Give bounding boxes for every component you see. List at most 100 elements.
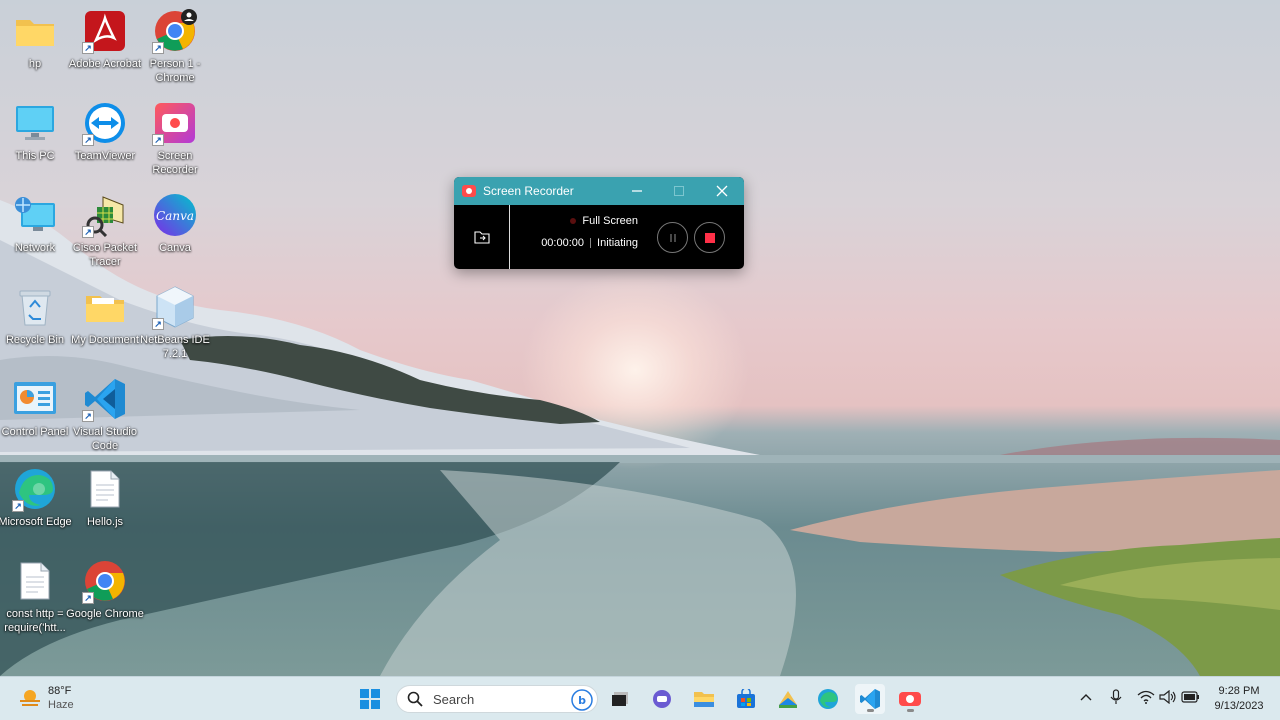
desktop-wallpaper: hp This PC Network Recycle Bin Control P… [0,0,1280,676]
taskbar-store[interactable] [731,684,761,714]
desktop-icon-edge[interactable]: ↗ Microsoft Edge [0,466,72,529]
svg-text:b: b [578,694,586,707]
desktop-icon-this-pc[interactable]: This PC [0,100,70,163]
file-explorer-icon [612,692,628,706]
active-indicator [867,709,874,712]
desktop-icon-label: Network [14,242,56,254]
svg-text:Canva: Canva [156,209,194,223]
screen-recorder-icon: ↗ [152,100,198,146]
close-icon [716,185,728,197]
maximize-icon [674,186,684,196]
shortcut-arrow-icon: ↗ [152,318,164,330]
microphone-button[interactable] [1105,685,1127,709]
desktop-icon-label: Hello.js [86,516,124,528]
shortcut-arrow-icon: ↗ [82,226,94,238]
taskbar-file-explorer[interactable] [689,684,719,714]
capture-mode: Full Screen [524,215,638,227]
folder-icon [82,284,128,330]
desktop-icon-adobe-acrobat[interactable]: ↗ Adobe Acrobat [69,8,141,71]
capture-mode-label: Full Screen [582,215,638,227]
desktop-icon-packet-tracer[interactable]: ↗ Cisco Packet Tracer [70,192,140,269]
battery-icon [1181,691,1199,703]
taskbar-chat[interactable] [647,684,677,714]
teams-chat-icon [653,690,671,708]
taskbar-vscode[interactable] [855,684,885,714]
weather-widget[interactable]: 88°F Haze [18,684,74,712]
start-button[interactable] [355,684,385,714]
edge-icon [818,689,838,709]
netbeans-icon: ↗ [152,284,198,330]
desktop-icon-const-http[interactable]: const http = require('htt... [0,558,70,635]
screen-recorder-window: Screen Recorder Full Screen 00:00:00 Init… [454,177,744,269]
search-placeholder: Search [433,691,475,707]
show-hidden-icons-button[interactable] [1075,685,1097,709]
taskbar-app[interactable] [773,684,803,714]
desktop-icon-label: Visual Studio Code [72,426,137,452]
desktop-icon-label: TeamViewer [74,150,136,162]
file-icon [82,466,128,512]
shortcut-arrow-icon: ↗ [82,42,94,54]
canva-icon: Canva [152,192,198,238]
battery-button[interactable] [1180,685,1202,709]
stop-button[interactable] [694,222,725,253]
taskbar-clock[interactable]: 9:28 PM 9/13/2023 [1206,684,1272,714]
acrobat-icon: ↗ [82,8,128,54]
taskbar: 88°F Haze Search b 9:28 PM 9/13/2023 [0,676,1280,720]
haze-weather-icon [20,690,40,706]
desktop-icon-hp[interactable]: hp [0,8,70,71]
desktop-icon-google-chrome[interactable]: ↗ Google Chrome [66,558,144,621]
desktop-icon-network[interactable]: Network [0,192,70,255]
edge-icon: ↗ [12,466,58,512]
chrome-profile-icon: ↗ [152,8,198,54]
volume-button[interactable] [1157,685,1179,709]
shortcut-arrow-icon: ↗ [152,134,164,146]
screen-recorder-icon [899,692,921,706]
desktop-icon-control-panel[interactable]: Control Panel [0,376,70,439]
elapsed-time: 00:00:00 [541,237,585,249]
vscode-icon [860,689,880,709]
weather-condition: Haze [48,699,74,711]
divider [590,238,592,249]
taskbar-edge[interactable] [813,684,843,714]
desktop-icon-label: Person 1 - Chrome [149,58,201,84]
app-icon [779,691,797,708]
desktop-icon-teamviewer[interactable]: ↗ TeamViewer [70,100,140,163]
network-status-button[interactable] [1135,685,1157,709]
network-icon [12,192,58,238]
file-icon [12,558,58,604]
taskbar-task-view[interactable] [605,684,635,714]
desktop-icon-person1-chrome[interactable]: ↗ Person 1 - Chrome [140,8,210,85]
search-icon [407,691,423,707]
control-panel-icon [12,376,58,422]
taskbar-search[interactable]: Search b [396,685,598,713]
desktop-icon-vscode[interactable]: ↗ Visual Studio Code [70,376,140,453]
desktop-icon-netbeans[interactable]: ↗ NetBeans IDE 7.2.1 [140,284,210,361]
desktop-icon-label: hp [28,58,42,70]
stop-icon [704,232,715,243]
desktop-icon-label: Canva [159,242,191,254]
desktop-icon-screen-recorder[interactable]: ↗ Screen Recorder [140,100,210,177]
taskbar-screen-recorder[interactable] [895,684,925,714]
desktop-icon-my-document[interactable]: My Document [70,284,140,347]
desktop-icon-hello-js[interactable]: Hello.js [70,466,140,529]
chrome-icon: ↗ [82,558,128,604]
recorder-title-bar[interactable]: Screen Recorder [454,177,744,205]
desktop-icon-canva[interactable]: Canva Canva [140,192,210,255]
bing-icon: b [571,689,593,711]
microphone-icon [1110,689,1122,704]
desktop-icon-recycle-bin[interactable]: Recycle Bin [0,284,70,347]
clock-date: 9/13/2023 [1214,700,1264,712]
weather-temperature: 88°F [48,685,72,697]
desktop-icon-label: Screen Recorder [152,150,198,176]
desktop-icon-label: const http = require('htt... [4,608,66,634]
speaker-icon [1159,690,1176,704]
minimize-button[interactable] [617,177,657,205]
close-button[interactable] [702,177,742,205]
pause-icon [669,233,676,242]
desktop-icon-label: NetBeans IDE 7.2.1 [140,334,210,360]
open-folder-button[interactable] [454,205,510,269]
store-icon [737,689,755,708]
pause-button[interactable] [657,222,688,253]
desktop-icon-label: Google Chrome [66,608,144,620]
wifi-icon [1137,690,1155,704]
